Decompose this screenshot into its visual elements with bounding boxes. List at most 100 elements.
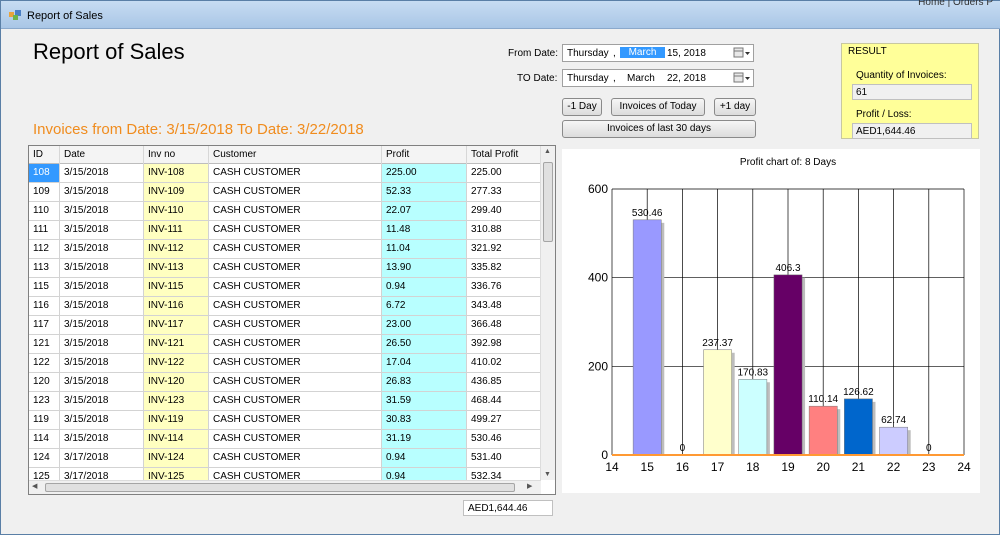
table-row[interactable]: 124 3/17/2018 INV-124 CASH CUSTOMER 0.94 531.… <box>29 449 541 468</box>
cell-date[interactable]: 3/15/2018 <box>60 297 144 316</box>
cell-inv-no[interactable]: INV-115 <box>144 278 209 297</box>
cell-inv-no[interactable]: INV-121 <box>144 335 209 354</box>
cell-customer[interactable]: CASH CUSTOMER <box>209 373 382 392</box>
cell-profit[interactable]: 17.04 <box>382 354 467 373</box>
cell-id[interactable]: 110 <box>29 202 60 221</box>
invoices-of-today-button[interactable]: Invoices of Today <box>611 98 705 116</box>
scroll-left-icon[interactable]: ◀ <box>32 482 37 490</box>
scroll-down-icon[interactable]: ▼ <box>544 471 551 478</box>
cell-total-profit[interactable]: 343.48 <box>467 297 541 316</box>
cell-customer[interactable]: CASH CUSTOMER <box>209 221 382 240</box>
cell-customer[interactable]: CASH CUSTOMER <box>209 335 382 354</box>
cell-customer[interactable]: CASH CUSTOMER <box>209 316 382 335</box>
cell-profit[interactable]: 31.59 <box>382 392 467 411</box>
cell-total-profit[interactable]: 277.33 <box>467 183 541 202</box>
cell-inv-no[interactable]: INV-111 <box>144 221 209 240</box>
table-row[interactable]: 123 3/15/2018 INV-123 CASH CUSTOMER 31.59 468… <box>29 392 541 411</box>
cell-inv-no[interactable]: INV-116 <box>144 297 209 316</box>
cell-total-profit[interactable]: 468.44 <box>467 392 541 411</box>
cell-date[interactable]: 3/15/2018 <box>60 354 144 373</box>
table-row[interactable]: 120 3/15/2018 INV-120 CASH CUSTOMER 26.83 436… <box>29 373 541 392</box>
cell-customer[interactable]: CASH CUSTOMER <box>209 392 382 411</box>
cell-inv-no[interactable]: INV-117 <box>144 316 209 335</box>
to-date-picker[interactable]: Thursday , March 22, 2018 <box>562 69 754 87</box>
cell-total-profit[interactable]: 410.02 <box>467 354 541 373</box>
cell-total-profit[interactable]: 530.46 <box>467 430 541 449</box>
cell-id[interactable]: 116 <box>29 297 60 316</box>
cell-customer[interactable]: CASH CUSTOMER <box>209 449 382 468</box>
table-row[interactable]: 109 3/15/2018 INV-109 CASH CUSTOMER 52.33 277… <box>29 183 541 202</box>
cell-customer[interactable]: CASH CUSTOMER <box>209 411 382 430</box>
cell-total-profit[interactable]: 531.40 <box>467 449 541 468</box>
horizontal-scrollbar[interactable]: ◀ ▶ <box>29 480 541 494</box>
cell-total-profit[interactable]: 335.82 <box>467 259 541 278</box>
cell-date[interactable]: 3/15/2018 <box>60 278 144 297</box>
cell-inv-no[interactable]: INV-122 <box>144 354 209 373</box>
cell-profit[interactable]: 11.04 <box>382 240 467 259</box>
cell-id[interactable]: 121 <box>29 335 60 354</box>
horizontal-scroll-thumb[interactable] <box>45 483 515 492</box>
cell-profit[interactable]: 22.07 <box>382 202 467 221</box>
cell-inv-no[interactable]: INV-123 <box>144 392 209 411</box>
cell-id[interactable]: 117 <box>29 316 60 335</box>
cell-inv-no[interactable]: INV-120 <box>144 373 209 392</box>
cell-total-profit[interactable]: 299.40 <box>467 202 541 221</box>
column-header-id[interactable]: ID <box>29 146 60 164</box>
cell-date[interactable]: 3/15/2018 <box>60 221 144 240</box>
cell-date[interactable]: 3/15/2018 <box>60 430 144 449</box>
table-row[interactable]: 121 3/15/2018 INV-121 CASH CUSTOMER 26.50 392… <box>29 335 541 354</box>
table-row[interactable]: 108 3/15/2018 INV-108 CASH CUSTOMER 225.00 22… <box>29 164 541 183</box>
cell-inv-no[interactable]: INV-114 <box>144 430 209 449</box>
cell-total-profit[interactable]: 321.92 <box>467 240 541 259</box>
cell-date[interactable]: 3/15/2018 <box>60 183 144 202</box>
cell-inv-no[interactable]: INV-110 <box>144 202 209 221</box>
cell-inv-no[interactable]: INV-124 <box>144 449 209 468</box>
table-row[interactable]: 116 3/15/2018 INV-116 CASH CUSTOMER 6.72 343.… <box>29 297 541 316</box>
cell-total-profit[interactable]: 336.76 <box>467 278 541 297</box>
cell-date[interactable]: 3/17/2018 <box>60 449 144 468</box>
column-header-inv-no[interactable]: Inv no <box>144 146 209 164</box>
table-row[interactable]: 110 3/15/2018 INV-110 CASH CUSTOMER 22.07 299… <box>29 202 541 221</box>
table-row[interactable]: 114 3/15/2018 INV-114 CASH CUSTOMER 31.19 530… <box>29 430 541 449</box>
cell-profit[interactable]: 13.90 <box>382 259 467 278</box>
cell-total-profit[interactable]: 310.88 <box>467 221 541 240</box>
invoices-last-30-days-button[interactable]: Invoices of last 30 days <box>562 120 756 138</box>
table-row[interactable]: 111 3/15/2018 INV-111 CASH CUSTOMER 11.48 310… <box>29 221 541 240</box>
cell-id[interactable]: 123 <box>29 392 60 411</box>
cell-id[interactable]: 124 <box>29 449 60 468</box>
column-header-customer[interactable]: Customer <box>209 146 382 164</box>
cell-customer[interactable]: CASH CUSTOMER <box>209 297 382 316</box>
cell-date[interactable]: 3/15/2018 <box>60 316 144 335</box>
cell-id[interactable]: 122 <box>29 354 60 373</box>
cell-id[interactable]: 109 <box>29 183 60 202</box>
vertical-scroll-thumb[interactable] <box>543 162 553 242</box>
cell-inv-no[interactable]: INV-109 <box>144 183 209 202</box>
calendar-dropdown-icon[interactable] <box>733 47 751 59</box>
from-date-picker[interactable]: Thursday , March 15, 2018 <box>562 44 754 62</box>
column-header-date[interactable]: Date <box>60 146 144 164</box>
scroll-right-icon[interactable]: ▶ <box>527 482 532 490</box>
cell-date[interactable]: 3/15/2018 <box>60 373 144 392</box>
vertical-scrollbar[interactable]: ▲ ▼ <box>540 146 555 480</box>
calendar-dropdown-icon[interactable] <box>733 72 751 84</box>
cell-total-profit[interactable]: 392.98 <box>467 335 541 354</box>
grid-body[interactable]: 108 3/15/2018 INV-108 CASH CUSTOMER 225.00 22… <box>29 164 541 482</box>
cell-date[interactable]: 3/15/2018 <box>60 392 144 411</box>
cell-date[interactable]: 3/15/2018 <box>60 164 144 183</box>
invoices-grid[interactable]: ID Date Inv no Customer Profit Total Profit 1… <box>28 145 556 495</box>
cell-inv-no[interactable]: INV-113 <box>144 259 209 278</box>
cell-total-profit[interactable]: 225.00 <box>467 164 541 183</box>
cell-id[interactable]: 120 <box>29 373 60 392</box>
cell-inv-no[interactable]: INV-108 <box>144 164 209 183</box>
cell-date[interactable]: 3/15/2018 <box>60 411 144 430</box>
cell-inv-no[interactable]: INV-119 <box>144 411 209 430</box>
cell-inv-no[interactable]: INV-112 <box>144 240 209 259</box>
scroll-up-icon[interactable]: ▲ <box>544 148 551 155</box>
cell-total-profit[interactable]: 366.48 <box>467 316 541 335</box>
cell-customer[interactable]: CASH CUSTOMER <box>209 240 382 259</box>
cell-profit[interactable]: 31.19 <box>382 430 467 449</box>
cell-profit[interactable]: 6.72 <box>382 297 467 316</box>
cell-customer[interactable]: CASH CUSTOMER <box>209 278 382 297</box>
cell-profit[interactable]: 225.00 <box>382 164 467 183</box>
cell-date[interactable]: 3/15/2018 <box>60 202 144 221</box>
